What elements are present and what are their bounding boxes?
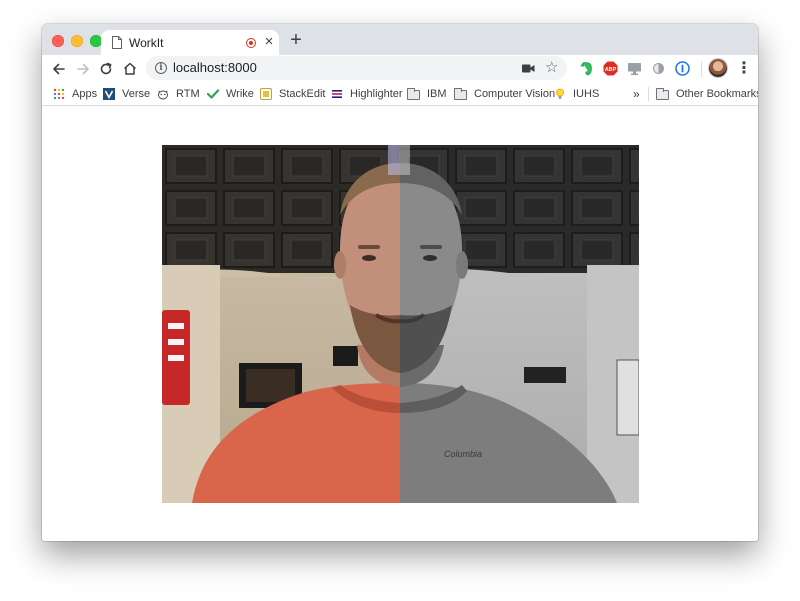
bookmark-label: Wrike [226, 88, 254, 100]
browser-window: WorkIt × + i localhost:8000 ☆ ABP ⋮ Apps… [42, 24, 758, 541]
bookmark-folder-ibm[interactable]: IBM [407, 86, 447, 102]
menu-icon[interactable]: ⋮ [736, 59, 752, 79]
bookmark-label: Computer Vision [474, 88, 556, 100]
recording-dot-icon [246, 38, 256, 48]
wrike-check-icon [207, 89, 219, 99]
bookmark-label: RTM [176, 88, 200, 100]
folder-icon [454, 87, 467, 100]
bookmarks-overflow-chevron[interactable]: » [633, 86, 640, 102]
cast-icon[interactable] [627, 61, 642, 76]
bookmark-other-bookmarks[interactable]: Other Bookmarks [656, 86, 758, 102]
document-icon [112, 36, 122, 49]
folder-icon [407, 87, 420, 100]
page-content: Columbia [42, 106, 758, 541]
bookmarks-bar: Apps Verse RTM Wrike StackEdit Highlight… [42, 83, 758, 106]
profile-avatar[interactable] [709, 59, 727, 77]
reload-icon[interactable] [97, 60, 115, 78]
bookmark-folder-computer-vision[interactable]: Computer Vision [454, 86, 555, 102]
bookmark-iuhs[interactable]: IUHS [554, 86, 599, 102]
address-bar[interactable]: i localhost:8000 ☆ [146, 56, 567, 80]
svg-text:Columbia: Columbia [444, 449, 482, 459]
bookmark-label: IUHS [573, 88, 600, 100]
lightbulb-icon [556, 88, 564, 99]
bookmark-apps[interactable]: Apps [53, 86, 97, 102]
verse-icon [103, 88, 115, 100]
folder-icon [656, 87, 669, 100]
toolbar-divider [701, 61, 702, 77]
bookmark-rtm[interactable]: RTM [157, 86, 200, 102]
bookmark-label: Apps [72, 88, 98, 100]
minimize-window-button[interactable] [71, 35, 83, 47]
bookmark-label: Highlighter [350, 88, 403, 100]
bookmark-stackedit[interactable]: StackEdit [260, 86, 325, 102]
apps-grid-icon [53, 88, 65, 100]
adblock-icon[interactable]: ABP [603, 61, 618, 76]
bookmark-highlighter[interactable]: Highlighter [331, 86, 403, 102]
dark-reader-icon[interactable] [651, 61, 666, 76]
tab-title: WorkIt [129, 36, 164, 50]
url-text: localhost:8000 [173, 60, 257, 75]
bookmark-label: IBM [427, 88, 447, 100]
star-icon[interactable]: ☆ [545, 59, 558, 77]
webcam-feed: Columbia [162, 145, 639, 503]
evernote-icon[interactable] [579, 61, 594, 76]
bookmark-label: Other Bookmarks [676, 88, 758, 100]
close-window-button[interactable] [52, 35, 64, 47]
tab-workit[interactable]: WorkIt × [101, 30, 279, 55]
webcam-video: Columbia [162, 145, 639, 503]
bookmark-label: StackEdit [279, 88, 326, 100]
bookmark-verse[interactable]: Verse [103, 86, 150, 102]
forward-icon[interactable] [74, 60, 92, 78]
camera-icon[interactable] [522, 64, 535, 73]
back-icon[interactable] [50, 60, 68, 78]
svg-text:ABP: ABP [605, 67, 617, 73]
tab-strip: WorkIt × + [42, 24, 758, 55]
bookmarks-divider [648, 87, 649, 101]
1password-icon[interactable] [675, 61, 690, 76]
rtm-cow-icon [158, 90, 168, 100]
highlighter-icon [332, 90, 342, 98]
toolbar: i localhost:8000 ☆ ABP ⋮ [42, 55, 758, 83]
info-icon[interactable]: i [155, 62, 167, 74]
close-icon[interactable]: × [262, 34, 276, 50]
bookmark-wrike[interactable]: Wrike [207, 86, 254, 102]
stackedit-icon [260, 88, 272, 100]
home-icon[interactable] [121, 60, 139, 78]
bookmark-label: Verse [122, 88, 151, 100]
plus-icon[interactable]: + [287, 30, 305, 50]
